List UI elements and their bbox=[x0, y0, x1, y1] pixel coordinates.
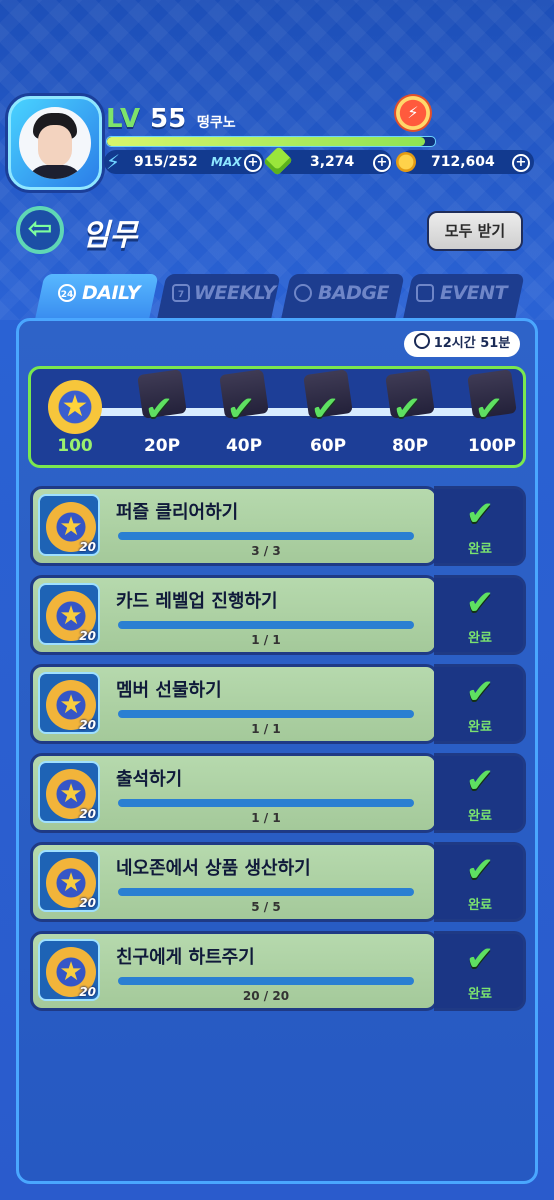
badge-icon bbox=[294, 284, 312, 302]
reward-amount: 20 bbox=[79, 896, 96, 910]
mission-status: 완료 bbox=[468, 542, 492, 557]
mission-progress-bar bbox=[118, 977, 414, 985]
mission-progress-bar bbox=[118, 710, 414, 718]
check-icon: ✔ bbox=[310, 389, 340, 429]
reward-frame: ★ 20 bbox=[38, 672, 100, 734]
add-energy-button[interactable]: + bbox=[244, 154, 262, 172]
page-title: 임무 bbox=[82, 218, 138, 253]
mission-progress: 3 / 3 bbox=[251, 544, 281, 558]
avatar[interactable] bbox=[8, 96, 102, 190]
player-level: 55 bbox=[150, 104, 187, 134]
mission-status: 완료 bbox=[468, 631, 492, 646]
tab-event-label: EVENT bbox=[440, 282, 508, 304]
mission-row[interactable]: ★ 20 네오존에서 상품 생산하기 5 / 5 ✔ 완료 bbox=[30, 842, 526, 922]
mission-status: 완료 bbox=[468, 898, 492, 913]
daily-24-icon: 24 bbox=[58, 284, 76, 302]
mission-title: 퍼즐 클리어하기 bbox=[116, 502, 239, 523]
level-label: LV bbox=[106, 104, 142, 134]
add-coin-button[interactable]: + bbox=[512, 154, 530, 172]
energy-max-label: MAX bbox=[211, 155, 242, 169]
reward-frame: ★ 20 bbox=[38, 494, 100, 556]
check-icon: ✔ bbox=[465, 583, 495, 623]
mission-row[interactable]: ★ 20 출석하기 1 / 1 ✔ 완료 bbox=[30, 753, 526, 833]
mission-progress-bar bbox=[118, 888, 414, 896]
check-icon: ✔ bbox=[465, 672, 495, 712]
check-icon: ✔ bbox=[226, 389, 256, 429]
mission-title: 친구에게 하트주기 bbox=[116, 947, 255, 968]
reward-amount: 20 bbox=[79, 629, 96, 643]
alarm-icon[interactable]: ⚡ bbox=[394, 94, 432, 132]
coin-icon bbox=[396, 152, 416, 172]
calendar-7-icon: 7 bbox=[172, 284, 190, 302]
check-icon: ✔ bbox=[392, 389, 422, 429]
check-icon: ✔ bbox=[465, 939, 495, 979]
back-button[interactable]: ⇦ bbox=[16, 206, 64, 254]
event-calendar-icon bbox=[416, 284, 434, 302]
mission-progress-bar bbox=[118, 621, 414, 629]
reward-frame: ★ 20 bbox=[38, 583, 100, 645]
reward-frame: ★ 20 bbox=[38, 761, 100, 823]
mission-row[interactable]: ★ 20 멤버 선물하기 1 / 1 ✔ 완료 bbox=[30, 664, 526, 744]
milestone-label: 100P bbox=[468, 436, 516, 456]
timer-text: 12시간 51분 bbox=[433, 336, 511, 351]
tab-weekly-label: WEEKLY bbox=[194, 282, 276, 304]
mission-progress: 20 / 20 bbox=[242, 989, 290, 1003]
mission-row[interactable]: ★ 20 카드 레벨업 진행하기 1 / 1 ✔ 완료 bbox=[30, 575, 526, 655]
mission-progress-bar bbox=[118, 799, 414, 807]
xp-bar bbox=[106, 136, 436, 147]
tab-badge-label: BADGE bbox=[318, 282, 390, 304]
mission-title: 카드 레벨업 진행하기 bbox=[116, 591, 278, 612]
mission-status: 완료 bbox=[468, 720, 492, 735]
energy-value: 915/252 bbox=[134, 154, 198, 170]
mission-title: 멤버 선물하기 bbox=[116, 680, 222, 701]
mission-title: 출석하기 bbox=[116, 769, 183, 790]
current-points: 100 bbox=[57, 436, 93, 456]
check-icon: ✔ bbox=[465, 494, 495, 534]
gem-count: 3,274 bbox=[310, 154, 355, 170]
mission-progress-bar bbox=[118, 532, 414, 540]
mission-progress: 5 / 5 bbox=[251, 900, 281, 914]
milestone-label: 40P bbox=[225, 436, 263, 456]
reward-amount: 20 bbox=[79, 540, 96, 554]
mission-row[interactable]: ★ 20 퍼즐 클리어하기 3 / 3 ✔ 완료 bbox=[30, 486, 526, 566]
reward-frame: ★ 20 bbox=[38, 850, 100, 912]
check-icon: ✔ bbox=[144, 389, 174, 429]
check-icon: ✔ bbox=[465, 850, 495, 890]
milestone-label: 60P bbox=[309, 436, 347, 456]
reset-timer: 12시간 51분 bbox=[404, 331, 520, 357]
milestone-label: 20P bbox=[143, 436, 181, 456]
tab-daily-label: DAILY bbox=[82, 282, 140, 304]
mission-row[interactable]: ★ 20 친구에게 하트주기 20 / 20 ✔ 완료 bbox=[30, 931, 526, 1011]
reward-amount: 20 bbox=[79, 985, 96, 999]
check-icon: ✔ bbox=[465, 761, 495, 801]
mission-progress: 1 / 1 bbox=[251, 811, 281, 825]
mission-progress: 1 / 1 bbox=[251, 722, 281, 736]
clock-icon bbox=[413, 333, 430, 349]
back-arrow-icon: ⇦ bbox=[27, 211, 53, 246]
player-name: 떵쿠노 bbox=[197, 115, 236, 131]
reward-frame: ★ 20 bbox=[38, 939, 100, 1001]
reward-amount: 20 bbox=[79, 807, 96, 821]
mission-progress: 1 / 1 bbox=[251, 633, 281, 647]
star-points-icon: ★ bbox=[48, 380, 102, 434]
reward-amount: 20 bbox=[79, 718, 96, 732]
add-gem-button[interactable]: + bbox=[373, 154, 391, 172]
mission-title: 네오존에서 상품 생산하기 bbox=[116, 858, 311, 879]
coin-count: 712,604 bbox=[431, 154, 495, 170]
mission-status: 완료 bbox=[468, 987, 492, 1002]
check-icon: ✔ bbox=[474, 389, 504, 429]
mission-status: 완료 bbox=[468, 809, 492, 824]
claim-all-button[interactable]: 모두 받기 bbox=[427, 211, 523, 251]
avatar-portrait bbox=[19, 107, 91, 179]
milestone-label: 80P bbox=[391, 436, 429, 456]
lightning-icon: ⚡ bbox=[106, 150, 121, 174]
